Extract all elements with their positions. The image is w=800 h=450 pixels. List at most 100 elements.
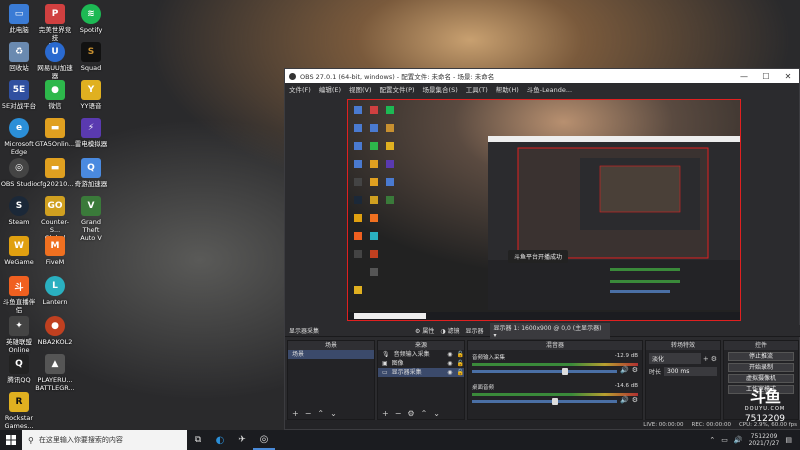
obs-titlebar[interactable]: OBS 27.0.1 (64-bit, windows) - 配置文件: 未命名… xyxy=(285,69,799,83)
desktop-icon-spotify[interactable]: ≋ Spotify xyxy=(72,4,110,34)
source-item[interactable]: ▭ 显示器采集 ◉ 🔓 xyxy=(378,368,464,377)
mixer-channel: 音频输入采集 -12.9 dB 🔊 ⚙ xyxy=(468,350,642,375)
search-icon: ⚲ xyxy=(28,435,34,445)
duration-input[interactable]: 300 ms xyxy=(664,367,717,376)
recycle-bin-icon: ♻ xyxy=(9,42,29,62)
desktop-icon-5e[interactable]: 5E 5E对战平台 xyxy=(0,80,38,110)
gear-icon[interactable]: ⚙ xyxy=(632,396,638,404)
rec-status: REC: 00:00:00 xyxy=(691,421,731,428)
remove-icon[interactable]: − xyxy=(305,409,312,418)
desktop-icon-gta5online[interactable]: ▬ GTA5Onlin... xyxy=(35,118,75,148)
lock-icon[interactable]: 🔓 xyxy=(457,368,464,377)
nba2k-icon: ● xyxy=(45,316,65,336)
desktop-icon-wegame[interactable]: W WeGame xyxy=(0,236,38,266)
gear-icon[interactable]: ⚙ xyxy=(711,355,717,363)
menu-scene-collection[interactable]: 场景集合(S) xyxy=(423,84,458,94)
desktop-icon-pubg[interactable]: ▲ PLAYERU... BATTLEGR... xyxy=(35,354,75,392)
source-item[interactable]: ▣ 图像 ◉ 🔓 xyxy=(378,359,464,368)
chevron-down-icon: ▾ xyxy=(493,331,497,339)
douyu-domain: DOUYU.COM xyxy=(744,406,786,412)
desktop-icon-fivem[interactable]: M FiveM xyxy=(36,236,74,266)
desktop-icon-steam[interactable]: S Steam xyxy=(0,196,38,226)
desktop-icon-uu-accelerator[interactable]: U 网易UU加速器 xyxy=(36,42,74,80)
desktop-icon-obs[interactable]: ◎ OBS Studio xyxy=(0,158,38,188)
taskbar-csgo[interactable]: ✈ xyxy=(231,430,253,450)
task-view-button[interactable]: ⧉ xyxy=(187,430,209,450)
desktop-icon-gta5[interactable]: V Grand Theft Auto V xyxy=(72,196,110,242)
menu-tools[interactable]: 工具(T) xyxy=(466,84,488,94)
volume-fader[interactable] xyxy=(472,398,617,405)
desktop-icon-rockstar[interactable]: R Rockstar Games... xyxy=(0,392,38,430)
scene-item[interactable]: 场景 xyxy=(288,350,374,359)
volume-fader[interactable] xyxy=(472,368,617,375)
move-up-icon[interactable]: ⌃ xyxy=(317,409,324,418)
add-icon[interactable]: + xyxy=(703,355,709,363)
desktop-icon-lol[interactable]: ✦ 英雄联盟 Online xyxy=(0,316,38,354)
desktop-icon-recycle-bin[interactable]: ♻ 回收站 xyxy=(0,42,38,72)
network-icon[interactable]: ▭ xyxy=(721,436,728,444)
qq-icon: Q xyxy=(9,354,29,374)
gear-icon[interactable]: ⚙ xyxy=(407,409,414,418)
notification-icon[interactable]: ▤ xyxy=(785,436,792,444)
source-item[interactable]: 🎙 音频输入采集 ◉ 🔓 xyxy=(378,350,464,359)
menu-edit[interactable]: 编辑(E) xyxy=(319,84,341,94)
transition-select[interactable]: 淡化 xyxy=(649,353,701,364)
desktop-icon-qiyou[interactable]: Q 奇游加速器 xyxy=(72,158,110,188)
desktop-icon-wechat[interactable]: ● 微信 xyxy=(36,80,74,110)
minimize-button[interactable]: — xyxy=(733,72,755,81)
desktop-icon-nba2k[interactable]: ● NBA2KOL2 xyxy=(36,316,74,346)
add-icon[interactable]: + xyxy=(382,409,389,418)
desktop-icon-cfg[interactable]: ▬ cfg20210... xyxy=(36,158,74,188)
desktop-icon-yy[interactable]: Y YY语音 xyxy=(72,80,110,110)
menu-help[interactable]: 帮助(H) xyxy=(496,84,519,94)
desktop-icon-qq[interactable]: Q 腾讯QQ xyxy=(0,354,38,384)
virtual-camera-button[interactable]: 虚拟摄像机 xyxy=(728,374,794,383)
obs-preview[interactable]: 斗鱼平台开播成功 xyxy=(347,99,741,321)
eye-icon[interactable]: ◉ xyxy=(447,368,452,377)
menu-view[interactable]: 视图(V) xyxy=(349,84,372,94)
room-id: 7512209 xyxy=(744,414,786,424)
desktop-icon-edge[interactable]: e Microsoft Edge xyxy=(0,118,38,156)
lock-icon[interactable]: 🔓 xyxy=(457,359,464,368)
fader-handle[interactable] xyxy=(561,368,568,375)
desktop-icon-this-pc[interactable]: ▭ 此电脑 xyxy=(0,4,38,34)
eye-icon[interactable]: ◉ xyxy=(447,359,452,368)
uu-accelerator-icon: U xyxy=(45,42,65,62)
remove-icon[interactable]: − xyxy=(395,409,402,418)
add-icon[interactable]: + xyxy=(292,409,299,418)
stop-streaming-button[interactable]: 停止推流 xyxy=(728,352,794,361)
desktop-icon-leidian[interactable]: ⚡ 雷电模拟器 xyxy=(72,118,110,148)
speaker-icon[interactable]: 🔊 xyxy=(620,396,629,404)
gear-icon[interactable]: ⚙ xyxy=(632,366,638,374)
fader-handle[interactable] xyxy=(551,398,558,405)
lock-icon[interactable]: 🔓 xyxy=(457,350,464,359)
start-button[interactable] xyxy=(0,430,22,450)
start-recording-button[interactable]: 开始录制 xyxy=(728,363,794,372)
taskbar-obs[interactable]: ◎ xyxy=(253,430,275,450)
desktop-icon-squad[interactable]: S Squad xyxy=(72,42,110,72)
menu-file[interactable]: 文件(F) xyxy=(289,84,311,94)
desktop-icon-lantern[interactable]: L Lantern xyxy=(36,276,74,306)
desktop-icon-douyu[interactable]: 斗斗鱼直播伴侣 xyxy=(0,276,38,314)
close-button[interactable]: ✕ xyxy=(777,72,799,81)
lantern-icon: L xyxy=(45,276,65,296)
taskbar-search[interactable]: ⚲ 在这里输入你要搜索的内容 xyxy=(22,430,187,450)
move-down-icon[interactable]: ⌄ xyxy=(433,409,440,418)
properties-button[interactable]: ⚙ 属性 xyxy=(415,326,434,335)
mixer-channel-db: -14.6 dB xyxy=(614,383,638,389)
maximize-button[interactable]: ☐ xyxy=(755,72,777,81)
move-up-icon[interactable]: ⌃ xyxy=(421,409,428,418)
chevron-up-icon[interactable]: ⌃ xyxy=(709,436,715,444)
taskbar-edge[interactable]: ◐ xyxy=(209,430,231,450)
speaker-icon[interactable]: 🔊 xyxy=(620,366,629,374)
wechat-icon: ● xyxy=(45,80,65,100)
menu-douyu[interactable]: 斗鱼-Leande... xyxy=(527,84,572,94)
windows-icon xyxy=(6,435,16,445)
display-select[interactable]: 显示器 1: 1600x900 @ 0,0 (主显示器) ▾ xyxy=(489,322,610,339)
clock[interactable]: 7512209 2021/7/27 xyxy=(749,433,780,447)
eye-icon[interactable]: ◉ xyxy=(447,350,452,359)
menu-profile[interactable]: 配置文件(P) xyxy=(380,84,415,94)
volume-icon[interactable]: 🔊 xyxy=(734,436,743,444)
move-down-icon[interactable]: ⌄ xyxy=(330,409,337,418)
filters-button[interactable]: ◑ 滤镜 xyxy=(440,326,459,335)
